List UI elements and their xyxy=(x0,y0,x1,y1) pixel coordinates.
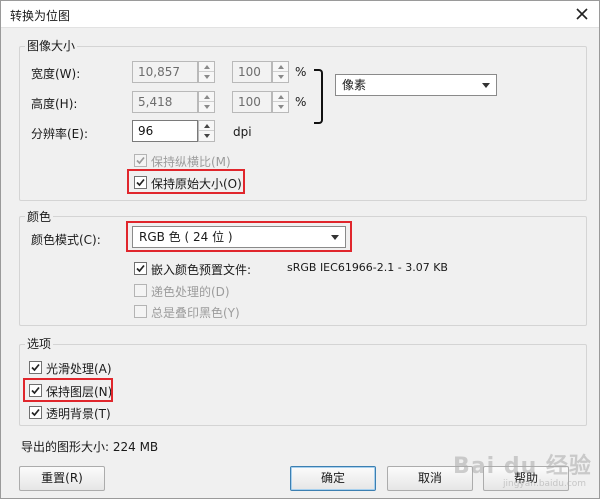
highlight-keep-layers xyxy=(23,378,113,402)
height-percent-spin-up[interactable] xyxy=(273,92,288,102)
spin-down-icon xyxy=(203,105,210,109)
overprint-black-label: 总是叠印黑色(Y) xyxy=(151,306,240,320)
dither-checkbox[interactable] xyxy=(134,284,147,297)
resolution-input[interactable]: 96 xyxy=(132,120,198,142)
embed-profile-checkbox[interactable] xyxy=(134,262,147,275)
options-legend: 选项 xyxy=(25,335,54,352)
close-button[interactable] xyxy=(573,5,591,23)
embed-profile-label: 嵌入颜色预置文件: xyxy=(151,263,252,277)
antialias-checkbox[interactable] xyxy=(29,361,42,374)
width-percent-sign: % xyxy=(295,65,307,79)
height-spin-down[interactable] xyxy=(199,102,214,112)
profile-info: sRGB IEC61966-2.1 - 3.07 KB xyxy=(287,261,448,274)
antialias-label: 光滑处理(A) xyxy=(46,362,112,376)
width-percent-spin-up[interactable] xyxy=(273,62,288,72)
spin-down-icon xyxy=(203,75,210,79)
width-spinner[interactable] xyxy=(198,61,215,83)
width-percent-input[interactable]: 100 xyxy=(232,61,272,83)
height-percent-spinner[interactable] xyxy=(272,91,289,113)
overprint-black-checkbox[interactable] xyxy=(134,305,147,318)
checkmark-icon xyxy=(31,363,40,372)
width-percent-spin-down[interactable] xyxy=(273,72,288,82)
resolution-spin-down[interactable] xyxy=(199,131,214,141)
dialog-title: 转换为位图 xyxy=(10,9,71,23)
close-icon xyxy=(576,8,588,20)
spin-down-icon xyxy=(277,105,284,109)
height-spin-up[interactable] xyxy=(199,92,214,102)
export-size-text: 导出的图形大小: 224 MB xyxy=(21,440,159,454)
link-bracket xyxy=(314,69,323,124)
checkmark-icon xyxy=(136,156,145,165)
spin-up-icon xyxy=(203,64,210,69)
keep-ratio-checkbox[interactable] xyxy=(134,154,147,167)
spin-down-icon xyxy=(277,75,284,79)
color-mode-label: 颜色模式(C): xyxy=(31,233,101,247)
chevron-down-icon xyxy=(482,83,490,88)
width-spin-down[interactable] xyxy=(199,72,214,82)
checkmark-icon xyxy=(31,408,40,417)
unit-selected-value: 像素 xyxy=(342,78,367,92)
spin-up-icon xyxy=(203,94,210,99)
width-input[interactable]: 10,857 xyxy=(132,61,198,83)
color-legend: 颜色 xyxy=(25,208,54,225)
highlight-keep-original-size xyxy=(127,169,245,194)
spin-up-icon xyxy=(277,64,284,69)
height-label: 高度(H): xyxy=(31,97,78,111)
resolution-spinner[interactable] xyxy=(198,120,215,142)
resolution-unit: dpi xyxy=(233,125,252,139)
width-percent-spinner[interactable] xyxy=(272,61,289,83)
unit-dropdown[interactable]: 像素 xyxy=(335,74,497,96)
image-size-legend: 图像大小 xyxy=(25,37,78,54)
highlight-color-mode xyxy=(126,221,352,252)
resolution-spin-up[interactable] xyxy=(199,121,214,131)
spin-up-icon xyxy=(203,123,210,128)
height-percent-spin-down[interactable] xyxy=(273,102,288,112)
height-percent-input[interactable]: 100 xyxy=(232,91,272,113)
convert-to-bitmap-dialog: 转换为位图 图像大小 宽度(W): 10,857 100 % 高度(H): 5,… xyxy=(0,0,600,499)
reset-button[interactable]: 重置(R) xyxy=(19,466,105,491)
resolution-label: 分辨率(E): xyxy=(31,127,88,141)
spin-down-icon xyxy=(203,134,210,138)
watermark-logo: Bai du 经验 xyxy=(453,454,592,479)
height-percent-sign: % xyxy=(295,95,307,109)
title-bar: 转换为位图 xyxy=(1,1,599,28)
height-input[interactable]: 5,418 xyxy=(132,91,198,113)
keep-ratio-label: 保持纵横比(M) xyxy=(151,155,231,169)
watermark-url: jingyan.baidu.com xyxy=(503,479,587,489)
height-spinner[interactable] xyxy=(198,91,215,113)
checkmark-icon xyxy=(136,264,145,273)
transparent-background-label: 透明背景(T) xyxy=(46,407,111,421)
width-label: 宽度(W): xyxy=(31,67,81,81)
ok-button[interactable]: 确定 xyxy=(290,466,376,491)
transparent-background-checkbox[interactable] xyxy=(29,406,42,419)
width-spin-up[interactable] xyxy=(199,62,214,72)
spin-up-icon xyxy=(277,94,284,99)
dither-label: 递色处理的(D) xyxy=(151,285,230,299)
